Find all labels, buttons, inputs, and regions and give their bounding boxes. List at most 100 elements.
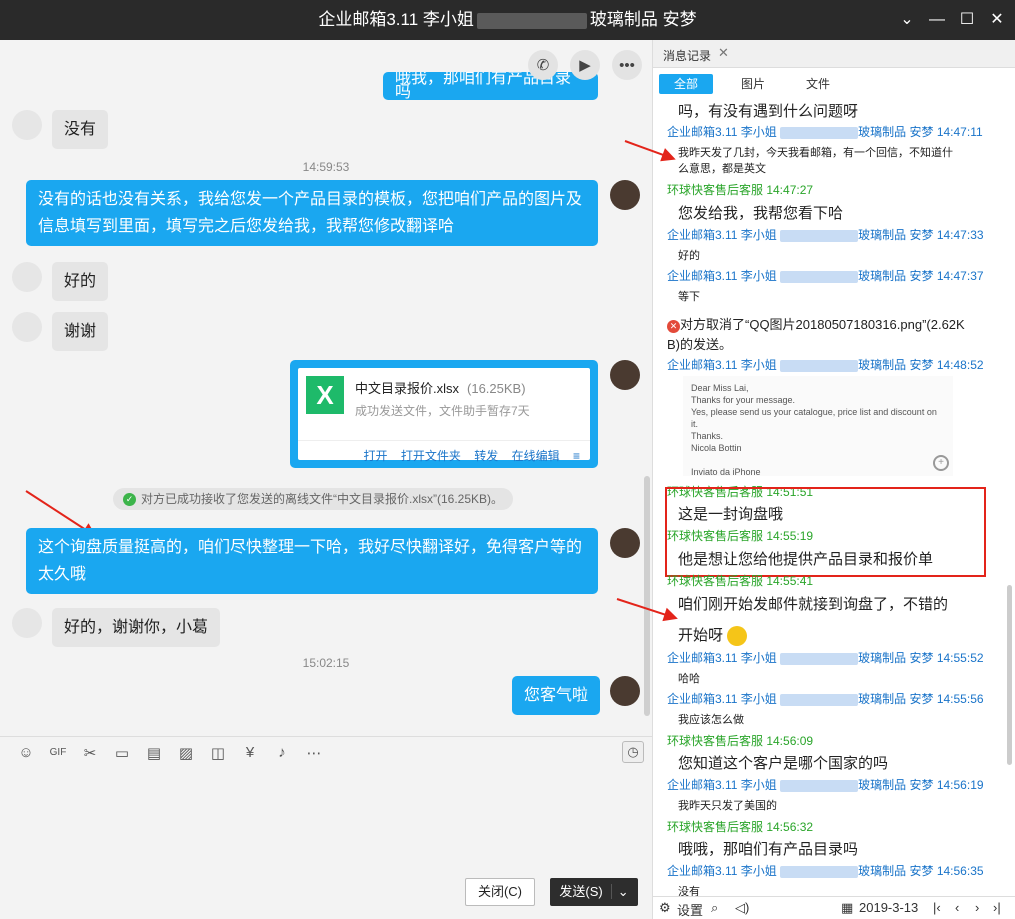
- open-folder-link[interactable]: 打开文件夹: [401, 449, 461, 463]
- filter-images[interactable]: 图片: [726, 74, 780, 94]
- filter-files[interactable]: 文件: [791, 74, 845, 94]
- calendar-icon[interactable]: ▦: [841, 900, 853, 916]
- zoom-icon[interactable]: +: [933, 455, 949, 471]
- avatar[interactable]: [610, 676, 640, 706]
- message-input[interactable]: 关闭(C) 发送(S) ⌄: [0, 768, 652, 919]
- history-message: 您发给我，我帮您看下哈: [678, 205, 844, 222]
- next-page-icon[interactable]: ›: [975, 900, 979, 915]
- image-icon[interactable]: ▨: [170, 744, 202, 762]
- history-message: 我昨天发了几封，今天我看邮箱，有一个回信，不知道什: [678, 147, 953, 159]
- clock-icon[interactable]: ◷: [622, 741, 644, 763]
- history-message: 哈哈: [678, 673, 700, 685]
- history-cancel-notice: ✕ 对方取消了“QQ图片20180507180316.png”(2.62K: [667, 314, 965, 333]
- scissors-icon[interactable]: ✂: [74, 744, 106, 762]
- online-edit-link[interactable]: 在线编辑: [512, 449, 560, 463]
- settings-icon[interactable]: ⚙: [659, 900, 671, 916]
- more-options-icon[interactable]: ⋯: [298, 744, 330, 762]
- date-label[interactable]: 2019-3-13: [859, 900, 918, 915]
- history-message: 等下: [678, 291, 700, 303]
- history-message: 好的: [678, 250, 700, 262]
- gif-icon[interactable]: GIF: [42, 747, 74, 758]
- chevron-down-icon[interactable]: ⌄: [610, 884, 629, 899]
- avatar[interactable]: [12, 608, 42, 638]
- tab-message-history[interactable]: 消息记录 ✕: [653, 40, 1015, 68]
- history-panel: 消息记录 ✕ 全部 图片 文件 吗，有没有遇到什么问题呀 企业邮箱3.11 李小…: [652, 40, 1015, 919]
- call-toolbar: ✆ ▶ •••: [528, 50, 642, 80]
- red-packet-icon[interactable]: ¥: [234, 744, 266, 761]
- message-bubble: 这个询盘质量挺高的，咱们尽快整理一下哈，我好尽快翻译好，免得客户等的太久哦: [26, 528, 598, 594]
- maximize-icon[interactable]: ☐: [955, 8, 979, 32]
- smile-emoji-icon: [727, 626, 748, 647]
- send-button[interactable]: 发送(S) ⌄: [550, 878, 638, 906]
- history-message: 他是想让您给他提供产品目录和报价单: [678, 551, 934, 568]
- history-sender: 环球快客售后客服 14:55:19: [667, 529, 814, 543]
- shake-icon[interactable]: ◫: [202, 744, 234, 762]
- avatar[interactable]: [12, 312, 42, 342]
- prev-page-icon[interactable]: ‹: [955, 900, 959, 915]
- menu-icon[interactable]: ≡: [573, 449, 580, 463]
- history-sender: 企业邮箱3.11 李小姐 玻璃制品 安梦 14:47:33: [667, 228, 984, 242]
- history-message: 您知道这个客户是哪个国家的吗: [678, 755, 889, 772]
- history-list[interactable]: 吗，有没有遇到什么问题呀 企业邮箱3.11 李小姐 玻璃制品 安梦 14:47:…: [653, 96, 1015, 896]
- avatar[interactable]: [12, 262, 42, 292]
- more-icon[interactable]: •••: [612, 50, 642, 80]
- history-sender: 环球快客售后客服 14:47:27: [667, 183, 814, 197]
- history-message: 我昨天只发了美国的: [678, 800, 777, 812]
- file-status: 成功发送文件，文件助手暂存7天: [355, 404, 530, 418]
- history-sender: 环球快客售后客服 14:55:41: [667, 574, 814, 588]
- history-message: 开始呀: [678, 624, 748, 647]
- message-bubble: 谢谢: [52, 312, 109, 351]
- avatar[interactable]: [12, 110, 42, 140]
- chevron-down-icon[interactable]: ⌄: [895, 8, 919, 32]
- emoji-icon[interactable]: ☺: [10, 744, 42, 761]
- folder-icon[interactable]: ▭: [106, 744, 138, 762]
- history-sender: 企业邮箱3.11 李小姐 玻璃制品 安梦 14:55:56: [667, 692, 984, 706]
- speaker-icon[interactable]: ◁): [735, 900, 749, 916]
- chat-scrollbar[interactable]: [644, 476, 650, 716]
- history-cancel-notice: B)的发送。: [667, 337, 733, 352]
- file-card[interactable]: X 中文目录报价.xlsx (16.25KB) 成功发送文件，文件助手暂存7天 打…: [290, 360, 598, 468]
- history-sender: 企业邮箱3.11 李小姐 玻璃制品 安梦 14:56:35: [667, 864, 984, 878]
- music-icon[interactable]: ♪: [266, 744, 298, 761]
- history-sender: 环球快客售后客服 14:56:09: [667, 734, 814, 748]
- history-message: 咱们刚开始发邮件就接到询盘了，不错的: [678, 596, 949, 613]
- message-bubble: 好的，谢谢你，小葛: [52, 608, 221, 647]
- forward-link[interactable]: 转发: [474, 449, 498, 463]
- last-page-icon[interactable]: ›|: [993, 900, 1001, 915]
- message-area[interactable]: 哦我，那咱们有产品目录吗 ✆ ▶ ••• 没有 14:59:53 没有的话也没有…: [0, 40, 652, 736]
- history-filters: 全部 图片 文件: [653, 74, 1015, 96]
- history-sender: 企业邮箱3.11 李小姐 玻璃制品 安梦 14:47:37: [667, 269, 984, 283]
- filter-all[interactable]: 全部: [659, 74, 714, 94]
- history-sender: 企业邮箱3.11 李小姐 玻璃制品 安梦 14:55:52: [667, 651, 984, 665]
- close-button[interactable]: 关闭(C): [465, 878, 535, 906]
- avatar[interactable]: [610, 528, 640, 558]
- chat-panel: 哦我，那咱们有产品目录吗 ✆ ▶ ••• 没有 14:59:53 没有的话也没有…: [0, 40, 652, 919]
- history-message: 没有: [678, 886, 700, 896]
- history-footer: ⚙ 设置 ⌕ ◁) ▦ 2019-3-13 |‹ ‹ › ›|: [653, 896, 1015, 919]
- email-screenshot[interactable]: Dear Miss Lai, Thanks for your message. …: [683, 376, 953, 477]
- open-file-link[interactable]: 打开: [364, 449, 388, 463]
- phone-icon[interactable]: ✆: [528, 50, 558, 80]
- search-icon[interactable]: ⌕: [711, 900, 718, 916]
- first-page-icon[interactable]: |‹: [933, 900, 941, 915]
- history-sender: 企业邮箱3.11 李小姐 玻璃制品 安梦 14:56:19: [667, 778, 984, 792]
- history-sender: 企业邮箱3.11 李小姐 玻璃制品 安梦 14:47:11: [667, 125, 983, 139]
- redacted-block: [476, 12, 587, 29]
- avatar[interactable]: [610, 180, 640, 210]
- timestamp: 15:02:15: [302, 656, 350, 670]
- minimize-icon[interactable]: —: [925, 8, 949, 32]
- error-icon: ✕: [667, 320, 680, 333]
- message-bubble: 您客气啦: [512, 676, 601, 715]
- video-icon[interactable]: ▶: [570, 50, 600, 80]
- close-tab-icon[interactable]: ✕: [718, 45, 729, 61]
- close-icon[interactable]: ✕: [985, 8, 1009, 32]
- window-title: 企业邮箱3.11 李小姐 玻璃制品 安梦: [318, 10, 697, 29]
- received-notice: ✓ 对方已成功接收了您发送的离线文件“中文目录报价.xlsx”(16.25KB)。: [113, 488, 514, 510]
- settings-link[interactable]: 设置: [677, 900, 703, 919]
- message-bubble: 没有: [52, 110, 109, 149]
- document-icon[interactable]: ▤: [138, 744, 170, 762]
- file-actions: 打开 打开文件夹 转发 在线编辑 ≡: [298, 440, 590, 463]
- history-message: 我应该怎么做: [678, 714, 744, 726]
- avatar[interactable]: [610, 360, 640, 390]
- history-scrollbar[interactable]: [1007, 585, 1012, 765]
